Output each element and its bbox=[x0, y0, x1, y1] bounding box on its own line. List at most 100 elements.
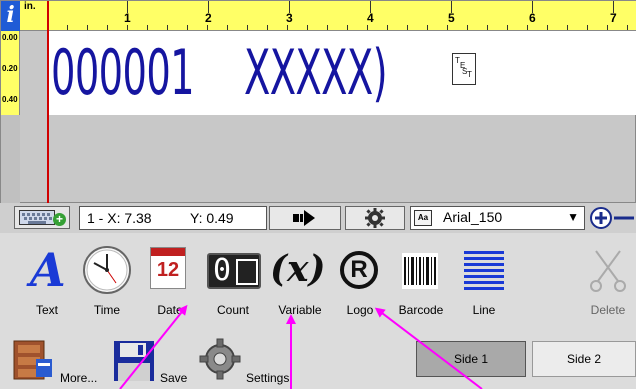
font-icon: Aa bbox=[414, 210, 432, 226]
ruler-minor-tick bbox=[247, 25, 248, 30]
ruler-minor-tick bbox=[427, 25, 428, 30]
ruler-minor-tick bbox=[67, 25, 68, 30]
count-tool-label: Count bbox=[216, 303, 250, 317]
clock-icon bbox=[83, 246, 131, 294]
barcode-icon bbox=[402, 253, 438, 289]
ruler-minor-tick bbox=[487, 25, 488, 30]
move-next-button[interactable] bbox=[269, 206, 341, 230]
gears-icon bbox=[199, 338, 241, 380]
date-tool-label: Date bbox=[157, 303, 183, 317]
vertical-ruler: 0.00 0.20 0.40 bbox=[1, 31, 20, 204]
time-tool[interactable]: Time bbox=[79, 241, 135, 323]
ruler-minor-tick bbox=[147, 25, 148, 30]
side-2-tab[interactable]: Side 2 bbox=[532, 341, 636, 377]
barcode-tool[interactable]: Barcode bbox=[392, 241, 450, 323]
coord-x-value: 1 - X: 7.38 bbox=[87, 210, 152, 226]
add-icon: + bbox=[53, 213, 66, 226]
delete-tool[interactable]: Delete bbox=[580, 241, 636, 323]
ruler-minor-tick bbox=[467, 25, 468, 30]
coordinate-toolbar: + 1 - X: 7.38 Y: 0.49 Aa Arial_150 ▼ bbox=[0, 203, 636, 233]
ruler-minor-tick bbox=[107, 25, 108, 30]
horizontal-ruler: in. 1 2 3 4 5 6 7 bbox=[20, 1, 636, 31]
barcode-tool-label: Barcode bbox=[398, 303, 444, 317]
ruler-minor-tick bbox=[447, 25, 448, 30]
settings-label: Settings bbox=[246, 371, 290, 385]
counter-text-object[interactable]: 000001 bbox=[51, 31, 195, 115]
ruler-minor-tick bbox=[547, 25, 548, 30]
variable-icon: (x) bbox=[270, 248, 326, 290]
text-icon: A bbox=[30, 243, 66, 297]
ruler-minor-tick bbox=[367, 25, 368, 30]
ruler-minor-tick bbox=[327, 25, 328, 30]
logo-letter: T bbox=[467, 70, 472, 79]
side-1-tab[interactable]: Side 1 bbox=[416, 341, 526, 377]
settings-button[interactable]: Settings bbox=[198, 333, 294, 385]
ruler-label: 1 bbox=[124, 11, 131, 25]
ruler-label: 2 bbox=[205, 11, 212, 25]
date-tool[interactable]: 12 Date bbox=[140, 241, 200, 323]
ruler-minor-tick bbox=[587, 25, 588, 30]
coordinate-readout: 1 - X: 7.38 Y: 0.49 bbox=[79, 206, 267, 230]
ruler-minor-tick bbox=[307, 25, 308, 30]
ruler-label: 3 bbox=[286, 11, 293, 25]
more-button[interactable]: More... bbox=[10, 333, 102, 385]
ruler-minor-tick bbox=[567, 25, 568, 30]
left-margin-line bbox=[47, 1, 49, 204]
counter-digit: 0 bbox=[213, 253, 232, 288]
calendar-day: 12 bbox=[156, 259, 180, 281]
font-name: Arial_150 bbox=[443, 209, 503, 225]
save-button[interactable]: Save bbox=[112, 333, 192, 385]
cabinet-icon bbox=[13, 340, 52, 380]
text-tool[interactable]: A Text bbox=[22, 241, 72, 323]
registered-letter: R bbox=[350, 256, 368, 283]
ruler-label: 4 bbox=[367, 11, 374, 25]
ruler-minor-tick bbox=[127, 25, 128, 30]
time-tool-label: Time bbox=[93, 303, 121, 317]
lines-icon bbox=[464, 251, 504, 290]
print-area[interactable]: 000001 XXXXX) T E S T bbox=[48, 31, 636, 115]
delete-tool-label: Delete bbox=[590, 303, 626, 317]
ruler-unit: in. bbox=[24, 1, 36, 12]
ruler-minor-tick bbox=[167, 25, 168, 30]
font-select[interactable]: Aa Arial_150 ▼ bbox=[410, 206, 585, 230]
vertical-ruler-active: 0.00 0.20 0.40 bbox=[1, 31, 20, 115]
object-settings-button[interactable] bbox=[345, 206, 405, 230]
ruler-minor-tick bbox=[187, 25, 188, 30]
registered-icon: R bbox=[340, 251, 378, 289]
ruler-minor-tick bbox=[207, 25, 208, 30]
counter-icon: 0 bbox=[207, 253, 261, 289]
vruler-label-2: 0.40 bbox=[2, 95, 18, 104]
ruler-minor-tick bbox=[387, 25, 388, 30]
logo-tool[interactable]: R Logo bbox=[335, 241, 385, 323]
keyboard-icon bbox=[19, 210, 55, 225]
logo-object[interactable]: T E S T bbox=[452, 53, 476, 85]
ruler-label: 7 bbox=[610, 11, 617, 25]
ruler-minor-tick bbox=[287, 25, 288, 30]
gear-icon bbox=[365, 208, 385, 228]
design-canvas[interactable]: i in. 1 2 3 4 5 6 7 0.00 0.20 0.40 000001 XXXX… bbox=[0, 0, 636, 204]
save-label: Save bbox=[160, 371, 188, 385]
floppy-disk-icon bbox=[114, 341, 154, 381]
variable-tool[interactable]: (x) Variable bbox=[268, 241, 332, 323]
object-palette: A Text Time 12 Date 0 Count (x) Variable… bbox=[0, 233, 636, 329]
zoom-control[interactable] bbox=[590, 206, 636, 230]
info-icon[interactable]: i bbox=[1, 1, 20, 31]
label-editor-app: i in. 1234567 0.00 0.20 0.40 000001 XXXX… bbox=[0, 0, 636, 389]
chevron-down-icon: ▼ bbox=[567, 210, 579, 224]
ruler-minor-tick bbox=[227, 25, 228, 30]
ruler-minor-tick bbox=[407, 25, 408, 30]
ruler-label: 5 bbox=[448, 11, 455, 25]
arrow-right-icon bbox=[293, 210, 315, 226]
bottom-bar: More... Save Settings Side 1 Side 2 bbox=[0, 329, 636, 389]
variable-text-object[interactable]: XXXXX) bbox=[244, 31, 388, 115]
vruler-label-0: 0.00 bbox=[2, 33, 18, 42]
keyboard-add-button[interactable]: + bbox=[14, 206, 70, 229]
line-tool-label: Line bbox=[472, 303, 496, 317]
ruler-minor-tick bbox=[607, 25, 608, 30]
scissors-icon bbox=[590, 250, 626, 292]
ruler-minor-tick bbox=[347, 25, 348, 30]
coord-y-value: Y: 0.49 bbox=[190, 210, 234, 226]
line-tool[interactable]: Line bbox=[456, 241, 512, 323]
logo-tool-label: Logo bbox=[346, 303, 374, 317]
count-tool[interactable]: 0 Count bbox=[203, 241, 263, 323]
